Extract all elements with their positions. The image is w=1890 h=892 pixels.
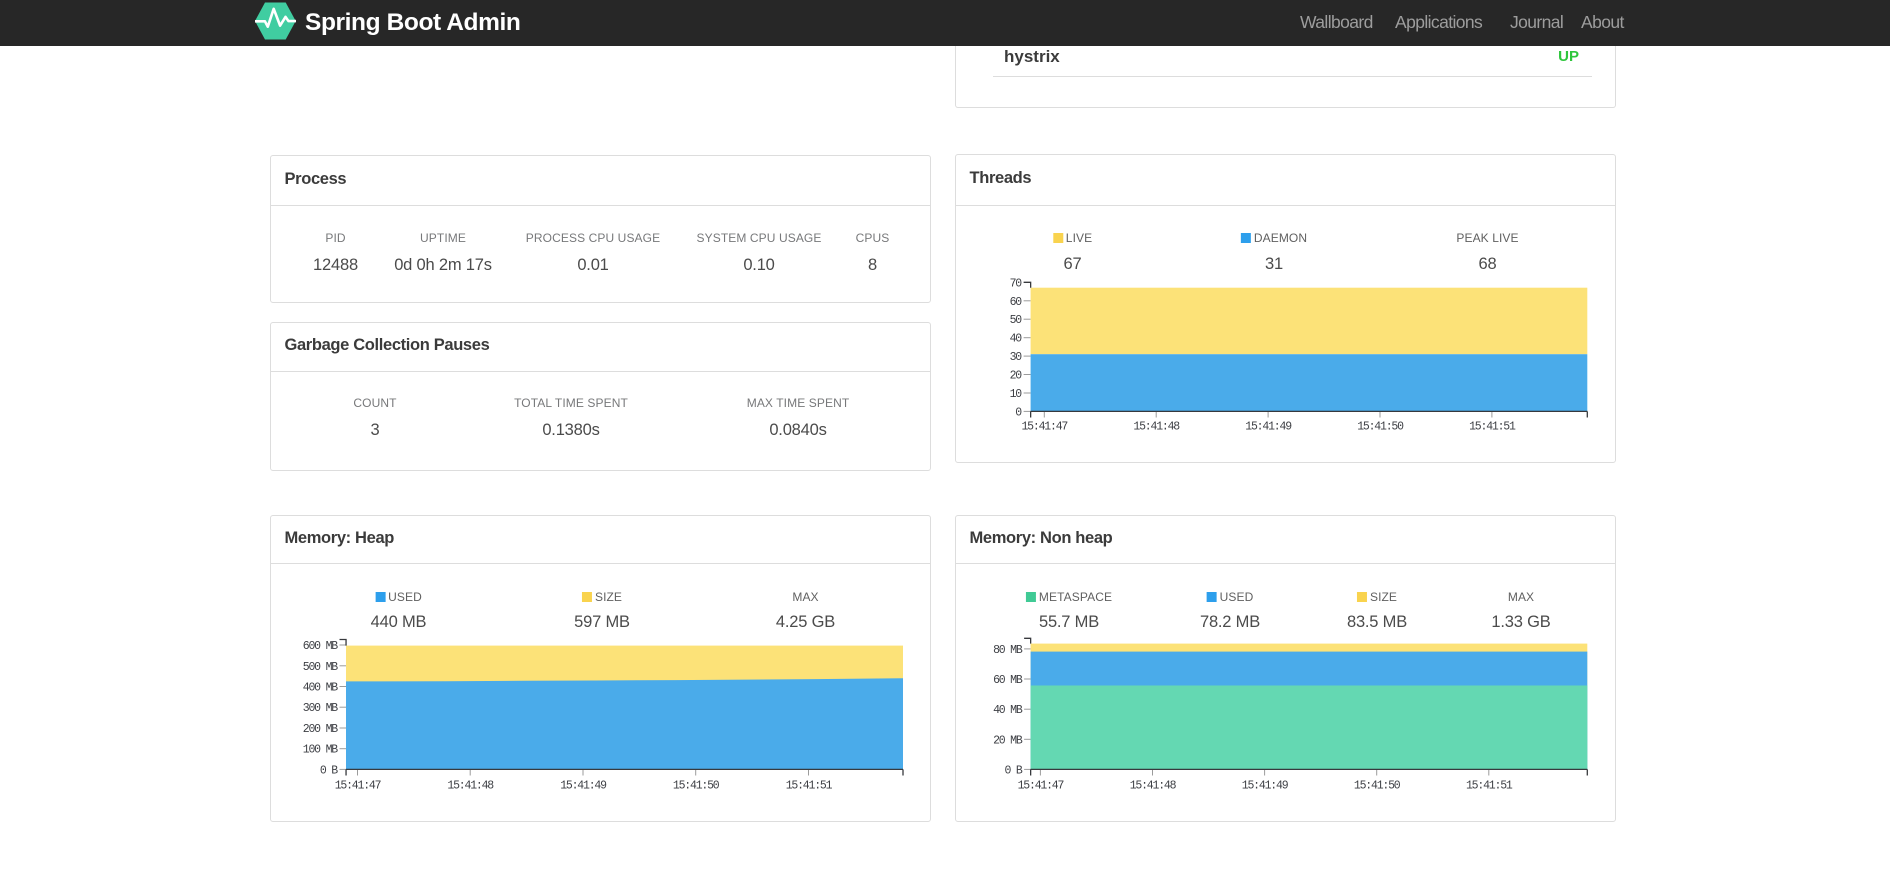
svg-text:400 MB: 400 MB [303, 682, 339, 695]
svg-text:15:41:51: 15:41:51 [1466, 780, 1513, 793]
svg-text:500 MB: 500 MB [303, 661, 339, 674]
svg-text:15:41:48: 15:41:48 [447, 780, 494, 793]
svg-text:200 MB: 200 MB [303, 723, 339, 736]
svg-text:60 MB: 60 MB [993, 674, 1023, 687]
svg-text:40 MB: 40 MB [993, 704, 1023, 717]
svg-text:0 B: 0 B [1004, 764, 1022, 777]
svg-text:300 MB: 300 MB [303, 702, 339, 715]
svg-text:10: 10 [1010, 388, 1023, 401]
svg-text:15:41:50: 15:41:50 [1357, 421, 1404, 434]
svg-text:15:41:50: 15:41:50 [1354, 780, 1401, 793]
svg-text:0: 0 [1015, 406, 1022, 419]
svg-text:600 MB: 600 MB [303, 640, 339, 653]
svg-text:15:41:47: 15:41:47 [335, 780, 381, 793]
svg-text:100 MB: 100 MB [303, 744, 339, 757]
svg-text:30: 30 [1010, 351, 1023, 364]
svg-text:80 MB: 80 MB [993, 644, 1023, 657]
svg-text:15:41:47: 15:41:47 [1021, 421, 1067, 434]
svg-text:40: 40 [1010, 333, 1023, 346]
svg-text:15:41:49: 15:41:49 [1242, 780, 1289, 793]
svg-text:15:41:47: 15:41:47 [1018, 780, 1064, 793]
svg-text:50: 50 [1010, 314, 1023, 327]
svg-text:15:41:51: 15:41:51 [786, 780, 833, 793]
svg-text:15:41:48: 15:41:48 [1130, 780, 1177, 793]
svg-text:20 MB: 20 MB [993, 734, 1023, 747]
svg-text:70: 70 [1010, 277, 1023, 290]
svg-text:15:41:48: 15:41:48 [1133, 421, 1180, 434]
svg-text:0 B: 0 B [320, 764, 338, 777]
svg-text:15:41:49: 15:41:49 [560, 780, 607, 793]
svg-text:60: 60 [1010, 296, 1023, 309]
svg-text:15:41:51: 15:41:51 [1469, 421, 1516, 434]
svg-text:15:41:50: 15:41:50 [673, 780, 720, 793]
svg-text:20: 20 [1010, 370, 1023, 383]
svg-text:15:41:49: 15:41:49 [1245, 421, 1292, 434]
